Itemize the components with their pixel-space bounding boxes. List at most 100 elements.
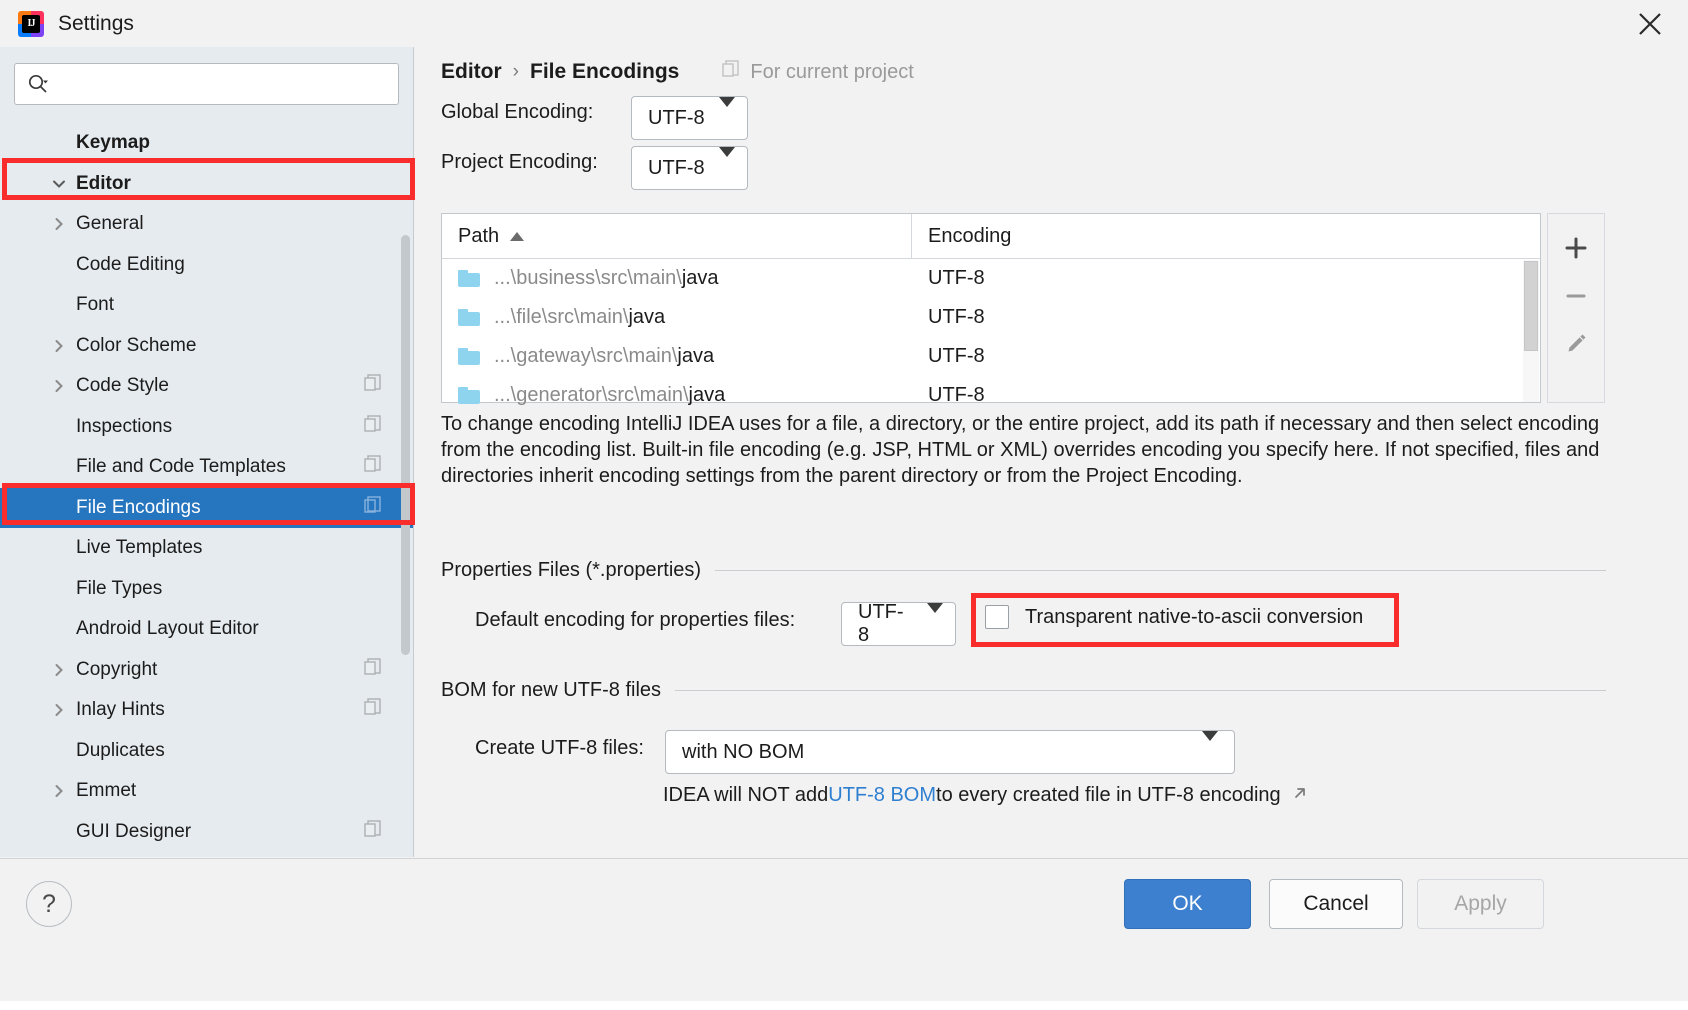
table-scrollbar[interactable] bbox=[1523, 260, 1539, 402]
table-header: Path Encoding bbox=[442, 214, 1540, 259]
default-encoding-label: Default encoding for properties files: bbox=[475, 609, 796, 631]
cell-encoding: UTF-8 bbox=[928, 345, 985, 367]
search-box[interactable] bbox=[14, 63, 399, 105]
sidebar-item-copyright[interactable]: Copyright bbox=[0, 650, 413, 691]
project-scope-icon bbox=[363, 454, 383, 480]
properties-files-title: Properties Files (*.properties) bbox=[441, 559, 702, 581]
cell-encoding: UTF-8 bbox=[928, 306, 985, 328]
sidebar-item-inspections[interactable]: Inspections bbox=[0, 407, 413, 448]
sidebar-item-editor[interactable]: Editor bbox=[0, 164, 413, 205]
sidebar-item-file-encodings[interactable]: File Encodings bbox=[0, 487, 413, 528]
project-scope-icon bbox=[721, 59, 741, 85]
chevron-right-icon[interactable] bbox=[46, 377, 72, 395]
file-encodings-pane: Editor › File Encodings For current proj… bbox=[415, 47, 1688, 857]
sidebar-item-general[interactable]: General bbox=[0, 204, 413, 245]
transparent-conversion-label: Transparent native-to-ascii conversion bbox=[1025, 605, 1364, 628]
sidebar-item-label: Keymap bbox=[76, 132, 150, 154]
sidebar-item-label: Duplicates bbox=[76, 739, 165, 761]
sidebar-item-live-templates[interactable]: Live Templates bbox=[0, 528, 413, 569]
window-title: Settings bbox=[58, 11, 134, 35]
intellij-idea-logo-icon: IJ bbox=[18, 10, 44, 37]
table-row[interactable]: ...\business\src\main\ java UTF-8 bbox=[442, 259, 1540, 298]
table-row[interactable]: ...\generator\src\main\ java UTF-8 bbox=[442, 376, 1540, 415]
chevron-down-icon bbox=[719, 146, 735, 180]
breadcrumb: Editor › File Encodings For current proj… bbox=[441, 59, 914, 85]
chevron-right-icon[interactable] bbox=[46, 215, 72, 233]
table-row[interactable]: ...\file\src\main\ java UTF-8 bbox=[442, 298, 1540, 337]
sidebar-item-emmet[interactable]: Emmet bbox=[0, 771, 413, 812]
sidebar-item-label: Code Style bbox=[76, 375, 169, 397]
sidebar-item-code-style[interactable]: Code Style bbox=[0, 366, 413, 407]
cell-path: ...\generator\src\main\ java bbox=[442, 384, 912, 407]
sidebar-item-label: File Types bbox=[76, 577, 163, 599]
chevron-down-icon bbox=[1202, 730, 1218, 764]
project-scope-icon bbox=[363, 697, 383, 723]
bom-hint-suffix: to every created file in UTF-8 encoding bbox=[936, 784, 1281, 806]
folder-icon bbox=[458, 348, 480, 365]
global-encoding-value: UTF-8 bbox=[648, 106, 705, 129]
sidebar-item-code-editing[interactable]: Code Editing bbox=[0, 245, 413, 286]
utf8-bom-link[interactable]: UTF-8 BOM bbox=[828, 784, 936, 807]
section-divider bbox=[675, 690, 1606, 691]
breadcrumb-parent[interactable]: Editor bbox=[441, 60, 502, 84]
search-icon bbox=[27, 73, 49, 95]
close-icon[interactable] bbox=[1632, 6, 1668, 42]
apply-button[interactable]: Apply bbox=[1417, 879, 1544, 929]
help-button[interactable]: ? bbox=[26, 881, 72, 927]
cancel-button[interactable]: Cancel bbox=[1269, 879, 1403, 929]
chevron-right-icon[interactable] bbox=[46, 337, 72, 355]
cell-path: ...\file\src\main\ java bbox=[442, 306, 912, 329]
add-button[interactable] bbox=[1553, 224, 1599, 272]
project-encoding-label: Project Encoding: bbox=[441, 151, 598, 173]
create-utf8-files-select[interactable]: with NO BOM bbox=[665, 730, 1235, 774]
bom-hint-prefix: IDEA will NOT add bbox=[663, 784, 829, 806]
column-header-path[interactable]: Path bbox=[442, 214, 912, 258]
sidebar-item-label: Font bbox=[76, 294, 115, 316]
cell-encoding: UTF-8 bbox=[928, 267, 985, 289]
sidebar-item-android-layout-editor[interactable]: Android Layout Editor bbox=[0, 609, 413, 650]
scope-label: For current project bbox=[750, 60, 914, 83]
chevron-right-icon[interactable] bbox=[46, 661, 72, 679]
sidebar-item-keymap[interactable]: Keymap bbox=[0, 123, 413, 164]
sidebar-item-file-and-code-templates[interactable]: File and Code Templates bbox=[0, 447, 413, 488]
description-text: To change encoding IntelliJ IDEA uses fo… bbox=[441, 411, 1601, 489]
column-header-encoding[interactable]: Encoding bbox=[912, 214, 1540, 258]
project-scope-icon bbox=[363, 373, 383, 399]
path-prefix: ...\generator\src\main\ bbox=[494, 384, 689, 406]
section-divider bbox=[715, 570, 1606, 571]
sidebar-item-label: Copyright bbox=[76, 658, 158, 680]
project-scope-icon bbox=[363, 819, 383, 845]
chevron-down-icon[interactable] bbox=[46, 175, 72, 193]
sidebar-item-inlay-hints[interactable]: Inlay Hints bbox=[0, 690, 413, 731]
chevron-right-icon[interactable] bbox=[46, 782, 72, 800]
path-prefix: ...\file\src\main\ bbox=[494, 306, 629, 328]
default-properties-encoding-select[interactable]: UTF-8 bbox=[841, 601, 956, 646]
sidebar-item-label: Inspections bbox=[76, 415, 173, 437]
external-link-arrow-icon[interactable] bbox=[1291, 784, 1309, 807]
search-input[interactable] bbox=[49, 64, 398, 104]
remove-button[interactable] bbox=[1553, 272, 1599, 320]
title-bar: IJ Settings bbox=[0, 0, 1688, 47]
sidebar-item-label: Editor bbox=[76, 172, 131, 194]
project-encoding-select[interactable]: UTF-8 bbox=[631, 146, 748, 190]
bom-section-title: BOM for new UTF-8 files bbox=[441, 679, 662, 701]
sidebar-item-gui-designer[interactable]: GUI Designer bbox=[0, 812, 413, 853]
table-row[interactable]: ...\gateway\src\main\ java UTF-8 bbox=[442, 337, 1540, 376]
sidebar-item-duplicates[interactable]: Duplicates bbox=[0, 731, 413, 772]
bottom-strip bbox=[0, 1001, 1688, 1010]
global-encoding-select[interactable]: UTF-8 bbox=[631, 96, 748, 140]
sidebar-item-file-types[interactable]: File Types bbox=[0, 569, 413, 610]
edit-button[interactable] bbox=[1553, 320, 1599, 368]
sidebar-item-color-scheme[interactable]: Color Scheme bbox=[0, 326, 413, 367]
transparent-conversion-row[interactable]: Transparent native-to-ascii conversion bbox=[985, 605, 1363, 629]
folder-icon bbox=[458, 387, 480, 404]
chevron-right-icon[interactable] bbox=[46, 701, 72, 719]
encodings-table: Path Encoding ...\business\src\main\ java… bbox=[441, 213, 1541, 406]
default-encoding-value: UTF-8 bbox=[858, 601, 904, 646]
folder-icon bbox=[458, 309, 480, 326]
transparent-conversion-checkbox[interactable] bbox=[985, 605, 1009, 629]
sidebar-item-font[interactable]: Font bbox=[0, 285, 413, 326]
ok-button[interactable]: OK bbox=[1124, 879, 1251, 929]
sidebar-scrollbar[interactable] bbox=[401, 235, 410, 655]
project-scope-icon bbox=[363, 495, 383, 521]
